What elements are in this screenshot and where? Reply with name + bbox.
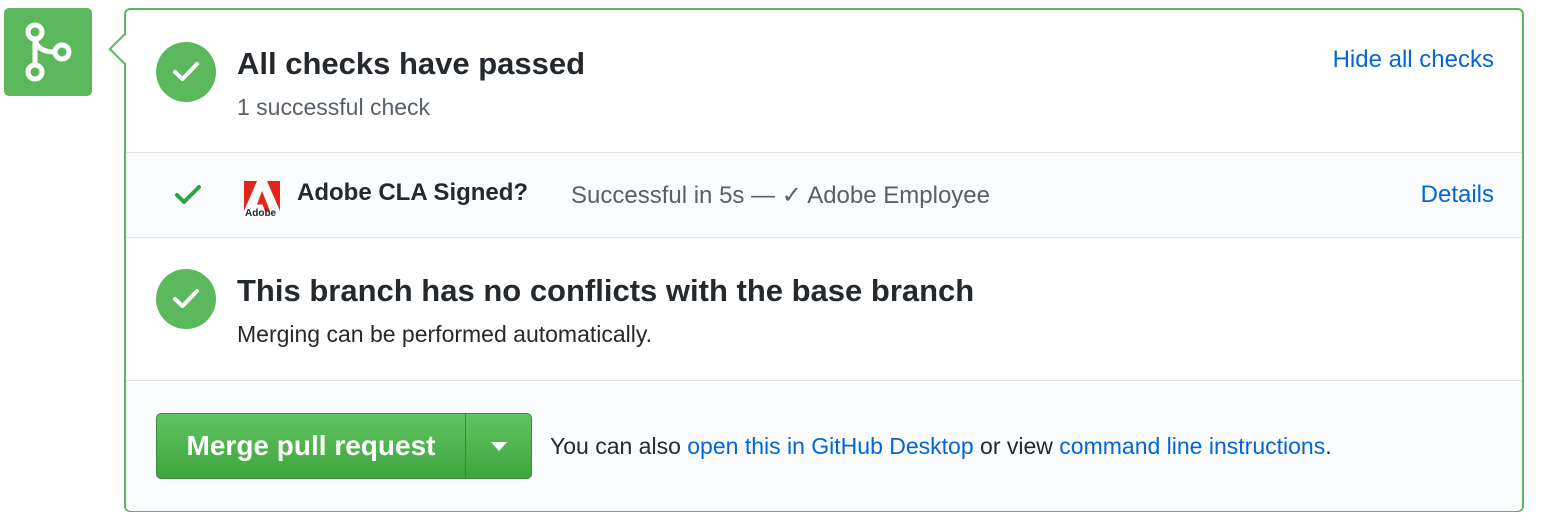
check-details-link[interactable]: Details [1421,181,1494,209]
branch-title: This branch has no conflicts with the ba… [237,273,975,308]
adobe-logo-text: Adobe [245,208,277,219]
merge-button-group: Merge pull request [156,413,532,479]
command-line-instructions-link[interactable]: command line instructions [1059,433,1325,459]
merge-note-suffix: . [1325,433,1332,459]
caret-down-icon [490,441,507,451]
merge-box: All checks have passed 1 successful chec… [124,8,1524,512]
branch-subtitle: Merging can be performed automatically. [237,321,653,347]
check-description: Successful in 5s — ✓ Adobe Employee [571,182,990,209]
checks-summary: All checks have passed 1 successful chec… [126,10,1522,152]
open-github-desktop-link[interactable]: open this in GitHub Desktop [687,433,973,459]
merge-actions: Merge pull request You can also open thi… [126,380,1522,511]
check-icon [175,185,201,204]
merge-pull-request-button[interactable]: Merge pull request [157,414,465,478]
check-icon [173,289,199,308]
merge-status-icon-box [4,8,92,96]
branch-success-icon [156,269,216,329]
checks-subtitle: 1 successful check [237,94,431,120]
check-icon [173,62,199,81]
check-name: Adobe CLA Signed? [297,179,529,206]
merge-note-middle: or view [973,433,1060,459]
checks-success-icon [156,42,216,102]
checks-title: All checks have passed [237,46,586,81]
git-merge-icon [25,22,72,82]
hide-all-checks-link[interactable]: Hide all checks [1333,46,1494,74]
merge-alternatives-text: You can also open this in GitHub Desktop… [550,433,1332,460]
branch-status: This branch has no conflicts with the ba… [126,237,1522,380]
check-row: Adobe Adobe CLA Signed? Successful in 5s… [126,152,1522,238]
merge-options-dropdown[interactable] [465,414,531,478]
merge-note-prefix: You can also [550,433,688,459]
